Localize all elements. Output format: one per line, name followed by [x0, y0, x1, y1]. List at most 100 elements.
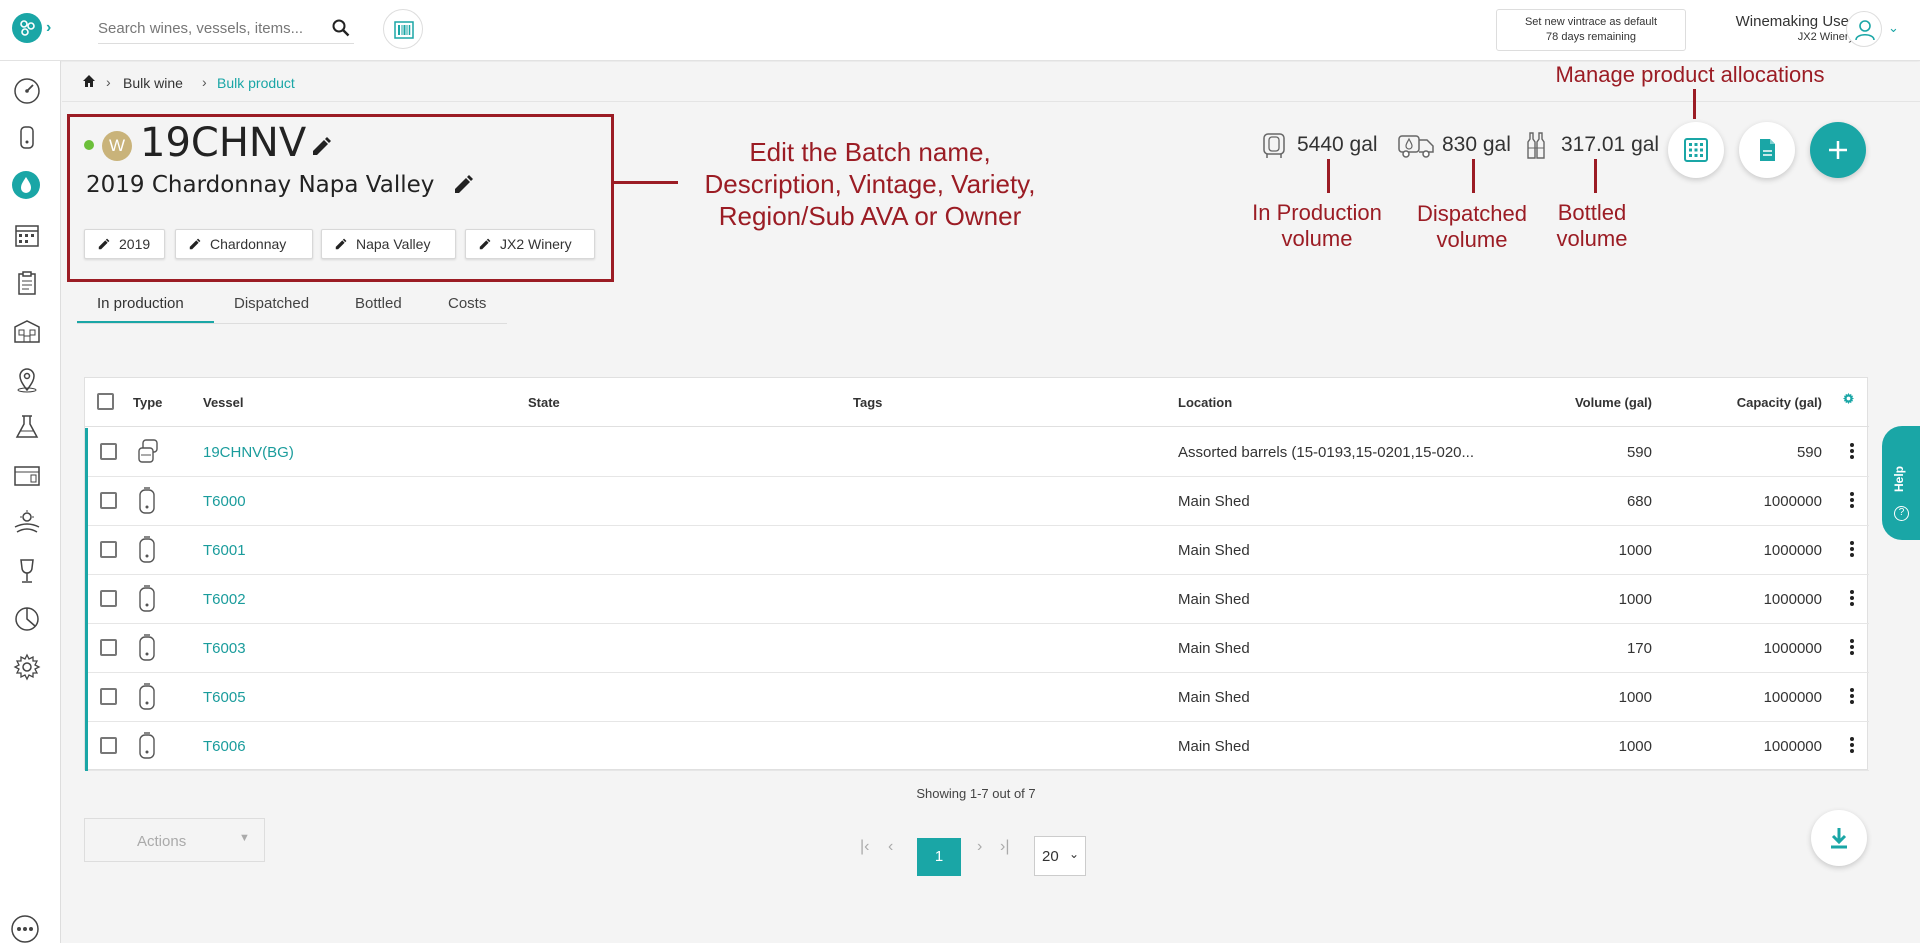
annotation-dispatched-line1: Dispatched [1416, 201, 1528, 226]
header-tags[interactable]: Tags [853, 395, 882, 410]
plus-icon [1829, 141, 1847, 159]
capacity-cell: 1000000 [1763, 738, 1822, 755]
lab-flask-icon[interactable] [13, 413, 41, 441]
header-vessel[interactable]: Vessel [203, 395, 244, 410]
breadcrumb-bulk-wine[interactable]: Bulk wine [123, 75, 183, 91]
annotation-dispatched-line2: volume [1436, 227, 1508, 252]
calendar-icon[interactable] [13, 221, 41, 249]
table-row[interactable]: T6002 Main Shed 1000 1000000 [85, 575, 1869, 624]
home-icon[interactable] [82, 74, 96, 88]
row-checkbox[interactable] [100, 443, 117, 460]
vessel-link[interactable]: T6006 [203, 738, 246, 755]
next-page-icon[interactable]: › [977, 838, 982, 856]
reports-pie-icon[interactable] [13, 605, 41, 633]
vessel-link[interactable]: T6003 [203, 640, 246, 657]
row-menu-kebab-icon[interactable] [1849, 687, 1855, 705]
table-row[interactable]: T6005 Main Shed 1000 1000000 [85, 673, 1869, 722]
help-tab[interactable]: Help ? [1882, 426, 1920, 540]
avatar[interactable] [1846, 11, 1882, 47]
location-cell: Main Shed [1178, 640, 1250, 657]
annotation-manage-allocations: Manage product allocations [1555, 62, 1825, 87]
storage-rack-icon[interactable] [13, 461, 41, 489]
vessel-link[interactable]: T6005 [203, 689, 246, 706]
row-accent-bar [85, 624, 88, 673]
set-default-vintrace-button[interactable]: Set new vintrace as default 78 days rema… [1496, 9, 1686, 51]
bottled-volume: 317.01 gal [1561, 133, 1660, 156]
table-row[interactable]: T6006 Main Shed 1000 1000000 [85, 722, 1869, 771]
bulk-wine-icon[interactable] [12, 171, 40, 199]
table-row[interactable]: T6000 Main Shed 680 1000000 [85, 477, 1869, 526]
header-volume[interactable]: Volume (gal) [1535, 395, 1652, 410]
showing-count: Showing 1-7 out of 7 [916, 786, 1036, 801]
first-page-icon[interactable]: |‹ [860, 838, 869, 856]
wine-glass-icon[interactable] [13, 557, 41, 585]
table-row[interactable]: 19CHNV(BG) Assorted barrels (15-0193,15-… [85, 428, 1869, 477]
row-checkbox[interactable] [100, 737, 117, 754]
select-all-checkbox[interactable] [97, 393, 114, 410]
vineyard-icon[interactable] [13, 509, 41, 537]
download-button[interactable] [1811, 810, 1867, 866]
volume-cell: 1000 [1618, 738, 1652, 755]
row-menu-kebab-icon[interactable] [1849, 589, 1855, 607]
capacity-cell: 590 [1796, 444, 1822, 461]
actions-dropdown[interactable]: Actions ▼ [84, 818, 265, 862]
last-page-icon[interactable]: ›| [1000, 838, 1009, 856]
location-cell: Main Shed [1178, 738, 1250, 755]
document-button[interactable] [1739, 122, 1795, 178]
search-icon[interactable] [332, 19, 350, 37]
vessel-link[interactable]: T6002 [203, 591, 246, 608]
header-location[interactable]: Location [1178, 395, 1232, 410]
search-input[interactable]: Search wines, vessels, items... [98, 14, 354, 44]
row-checkbox[interactable] [100, 688, 117, 705]
dispatch-truck-icon [1398, 135, 1434, 158]
vessel-icon[interactable] [13, 123, 41, 151]
annotation-edit-line2: Description, Vintage, Variety, [704, 169, 1036, 199]
location-cell: Assorted barrels (15-0193,15-0201,15-020… [1178, 444, 1475, 461]
user-menu-chevron-icon[interactable]: ⌄ [1888, 20, 1899, 36]
caret-down-icon: ▼ [239, 832, 250, 844]
tab-dispatched[interactable]: Dispatched [234, 295, 309, 312]
row-menu-kebab-icon[interactable] [1849, 736, 1855, 754]
annotation-dispatched: Dispatched volume [1392, 201, 1552, 253]
row-accent-bar [85, 575, 88, 624]
column-settings-gear-icon[interactable] [1842, 392, 1855, 405]
dashboard-icon[interactable] [13, 77, 41, 105]
header-type[interactable]: Type [133, 395, 162, 410]
winery-building-icon[interactable] [13, 317, 41, 345]
manage-allocations-button[interactable] [1668, 122, 1724, 178]
header-capacity[interactable]: Capacity (gal) [1685, 395, 1822, 410]
more-options-button[interactable] [10, 914, 50, 943]
row-menu-kebab-icon[interactable] [1849, 638, 1855, 656]
row-checkbox[interactable] [100, 590, 117, 607]
table-row[interactable]: T6001 Main Shed 1000 1000000 [85, 526, 1869, 575]
prev-page-icon[interactable]: ‹ [888, 838, 893, 856]
location-cell: Main Shed [1178, 542, 1250, 559]
table-row[interactable]: T6003 Main Shed 170 1000000 [85, 624, 1869, 673]
row-menu-kebab-icon[interactable] [1849, 442, 1855, 460]
page-size-select[interactable]: 20 ⌄ [1034, 836, 1086, 876]
row-menu-kebab-icon[interactable] [1849, 491, 1855, 509]
tab-bottled[interactable]: Bottled [355, 295, 402, 312]
tank-icon [137, 585, 157, 618]
tab-in-production[interactable]: In production [97, 295, 184, 312]
current-page-button[interactable]: 1 [917, 838, 961, 876]
barcode-scan-button[interactable] [383, 9, 423, 49]
row-checkbox[interactable] [100, 492, 117, 509]
app-logo[interactable] [12, 13, 42, 43]
capacity-cell: 1000000 [1763, 493, 1822, 510]
row-checkbox[interactable] [100, 541, 117, 558]
annotation-connector [1594, 159, 1597, 193]
vessel-link[interactable]: T6001 [203, 542, 246, 559]
expand-menu-icon[interactable]: › [46, 19, 51, 37]
settings-gear-icon[interactable] [13, 653, 41, 681]
help-question-icon: ? [1894, 506, 1909, 521]
vessel-link[interactable]: T6000 [203, 493, 246, 510]
vessel-link[interactable]: 19CHNV(BG) [203, 444, 294, 461]
row-checkbox[interactable] [100, 639, 117, 656]
location-icon[interactable] [13, 365, 41, 393]
add-button[interactable] [1810, 122, 1866, 178]
tab-costs[interactable]: Costs [448, 295, 486, 312]
row-menu-kebab-icon[interactable] [1849, 540, 1855, 558]
clipboard-icon[interactable] [13, 269, 41, 297]
header-state[interactable]: State [528, 395, 560, 410]
